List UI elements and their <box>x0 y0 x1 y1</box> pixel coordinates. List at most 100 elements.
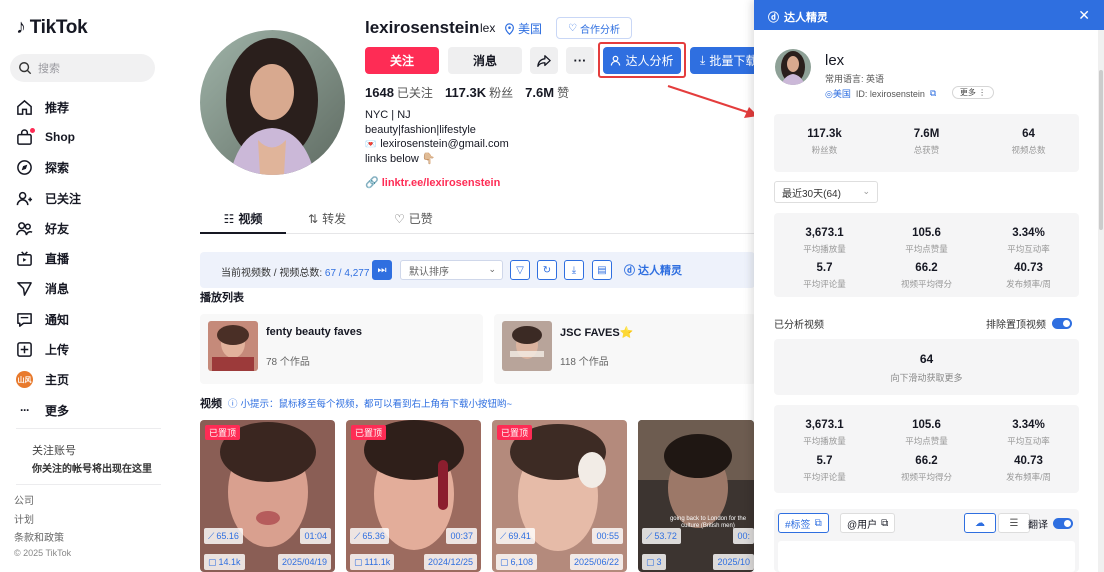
playlist-card[interactable]: JSC FAVES⭐ 118 个作品 <box>494 314 756 384</box>
more-button[interactable]: 更多 ⋮ <box>952 86 994 99</box>
period-select[interactable]: 最近30天(64) ⌄ <box>774 181 878 203</box>
toggle-switch[interactable] <box>1052 318 1072 329</box>
info-icon: ⓘ <box>228 399 238 410</box>
panel-name: lex <box>825 52 845 69</box>
video-thumbnail <box>200 420 335 572</box>
video-card[interactable]: 已置顶 ⟋ 69.41 00:55 ▢ 6,108 2025/06/22 <box>492 420 627 572</box>
sidebar-item-profile[interactable]: 山风 主页 <box>16 365 166 395</box>
sidebar-nav: 推荐 Shop 探索 已关注 好友 直播 消息 通知 上传 山风 主页 ··· … <box>16 92 166 425</box>
send-icon <box>17 282 32 297</box>
video-card[interactable]: going back to London for the culture (Br… <box>638 420 754 572</box>
profile-stats: 1648 已关注 117.3K 粉丝 7.6M 赞 <box>365 84 569 101</box>
score-badge: ⟋ 69.41 <box>496 528 535 544</box>
duration-badge: 00: <box>733 528 754 544</box>
search-input[interactable]: 搜索 <box>10 54 155 82</box>
sidebar-item-shop[interactable]: Shop <box>16 122 166 152</box>
profile-avatar[interactable] <box>200 30 345 175</box>
translate-toggle[interactable]: 翻译 <box>1028 516 1073 531</box>
more-options-button[interactable]: ··· <box>566 47 594 74</box>
content-tabs: ☷ 视频 ⇅ 转发 ♡ 已赞 <box>200 205 755 234</box>
sidebar-divider <box>16 484 161 485</box>
video-card[interactable]: 已置顶 ⟋ 65.36 00:37 ▢ 111.1k 2024/12/25 <box>346 420 481 572</box>
refresh-icon: ↻ <box>542 264 552 276</box>
cloud-view-button[interactable]: ☁ <box>964 513 996 533</box>
more-icon: ··· <box>20 403 30 418</box>
creator-analysis-panel: ⓓ 达人精灵 ✕ lex 常用语言: 英语 ◎美国 ID: lexirosenst… <box>754 0 1104 572</box>
copy-icon[interactable]: ⧉ <box>930 88 936 99</box>
duration-badge: 00:55 <box>592 528 623 544</box>
footer-link-company[interactable]: 公司 <box>14 493 64 512</box>
profile-username: lexirosenstein <box>365 18 480 37</box>
metrics-grid: 3,673.1 平均播放量 105.6 平均点赞量 3.34% 平均互动率 5.7 平均… <box>774 213 1079 297</box>
publish-date: 2024/12/25 <box>423 554 477 570</box>
follow-button[interactable]: 关注 <box>365 47 439 74</box>
profile-link[interactable]: 🔗 linktr.ee/lexirosenstein <box>365 176 500 190</box>
user-follow-icon <box>16 191 33 205</box>
profile-photo <box>200 30 345 175</box>
download-button[interactable]: ⤓ <box>564 260 584 280</box>
close-icon[interactable]: ✕ <box>1078 7 1090 24</box>
sidebar-item-following[interactable]: 已关注 <box>16 183 166 213</box>
video-thumbnail <box>492 420 627 572</box>
sidebar-divider <box>16 428 161 429</box>
heart-icon: ♡ <box>394 211 405 226</box>
tab-hashtags[interactable]: #标签 ⧉ <box>778 513 829 533</box>
load-more-box[interactable]: 64 向下滑动获取更多 <box>774 339 1079 395</box>
playlist-thumbnail <box>208 321 258 371</box>
sidebar-item-upload[interactable]: 上传 <box>16 334 166 364</box>
sidebar-item-live[interactable]: 直播 <box>16 243 166 273</box>
bookmark-count: ▢ 14.1k <box>204 554 245 570</box>
copy-icon: ⧉ <box>814 517 822 529</box>
toggle-switch[interactable] <box>1053 518 1073 529</box>
sidebar-item-friends[interactable]: 好友 <box>16 213 166 243</box>
repost-icon: ⇅ <box>308 211 319 226</box>
tab-reposts[interactable]: ⇅ 转发 <box>308 210 346 227</box>
panel-scrollbar[interactable] <box>1098 30 1104 572</box>
filter-icon: ▽ <box>516 264 524 276</box>
score-badge: ⟋ 65.36 <box>350 528 389 544</box>
share-icon <box>537 54 551 67</box>
video-card[interactable]: 已置顶 ⟋ 65.16 01:04 ▢ 14.1k 2025/04/19 <box>200 420 335 572</box>
stat-followers[interactable]: 117.3K 粉丝 <box>445 84 513 101</box>
sidebar-item-recommend[interactable]: 推荐 <box>16 92 166 122</box>
score-badge: ⟋ 53.72 <box>642 528 681 544</box>
profile-bio: NYC | NJ beauty|fashion|lifestyle 💌 lexir… <box>365 109 509 165</box>
tab-videos[interactable]: ☷ 视频 <box>200 210 286 227</box>
filter-button[interactable]: ▽ <box>510 260 530 280</box>
tab-users[interactable]: @用户 ⧉ <box>840 513 896 533</box>
footer-links: 公司 计划 条款和政策 <box>14 493 64 549</box>
bookmark-count: ▢ 111.1k <box>350 554 395 570</box>
sort-select[interactable]: 默认排序 ⌄ <box>400 260 503 280</box>
sidebar-item-notifications[interactable]: 通知 <box>16 304 166 334</box>
tiktok-note-icon: ♪ <box>16 16 26 38</box>
play-next-button[interactable]: ⏭ <box>372 260 392 280</box>
list-view-button[interactable]: ☰ <box>998 513 1030 533</box>
message-button[interactable]: 消息 <box>448 47 522 74</box>
tab-liked[interactable]: ♡ 已赞 <box>394 210 433 227</box>
tiktok-logo[interactable]: ♪ TikTok <box>16 16 88 39</box>
follow-accounts-hint: 你关注的帐号将出现在这里 <box>32 464 152 475</box>
batch-download-button[interactable]: ⤓ 批量下载 <box>690 47 760 74</box>
collab-analysis-button[interactable]: ♡ 合作分析 <box>556 17 632 39</box>
duration-badge: 00:37 <box>446 528 477 544</box>
bookmark-count: ▢ 3 <box>642 554 666 570</box>
panel-region: ◎美国 <box>825 89 851 99</box>
creator-analysis-button[interactable]: 达人分析 <box>603 47 681 74</box>
playlist-title: 播放列表 <box>200 292 244 304</box>
summary-stats: 117.3k 粉丝数 7.6M 总获赞 64 视频总数 <box>774 114 1079 172</box>
home-icon <box>17 99 32 115</box>
footer-link-terms[interactable]: 条款和政策 <box>14 530 64 549</box>
exclude-pinned-toggle[interactable]: 排除置顶视频 <box>986 316 1072 331</box>
videos-section-header: 视频 ⓘ 小提示：鼠标移至每个视频，都可以看到右上角有下载小按钮哟~ <box>200 398 513 410</box>
sidebar-item-explore[interactable]: 探索 <box>16 153 166 183</box>
sidebar-item-messages[interactable]: 消息 <box>16 274 166 304</box>
export-button[interactable]: ▤ <box>592 260 612 280</box>
stat-following[interactable]: 1648 已关注 <box>365 84 433 101</box>
sidebar-item-more[interactable]: ··· 更多 <box>16 395 166 425</box>
playlist-card[interactable]: fenty beauty faves 78 个作品 <box>200 314 483 384</box>
refresh-button[interactable]: ↻ <box>537 260 557 280</box>
share-button[interactable] <box>530 47 558 74</box>
profile-region: 美国 <box>504 20 542 37</box>
analyzed-videos-label: 已分析视频 <box>774 320 824 331</box>
footer-link-program[interactable]: 计划 <box>14 512 64 531</box>
